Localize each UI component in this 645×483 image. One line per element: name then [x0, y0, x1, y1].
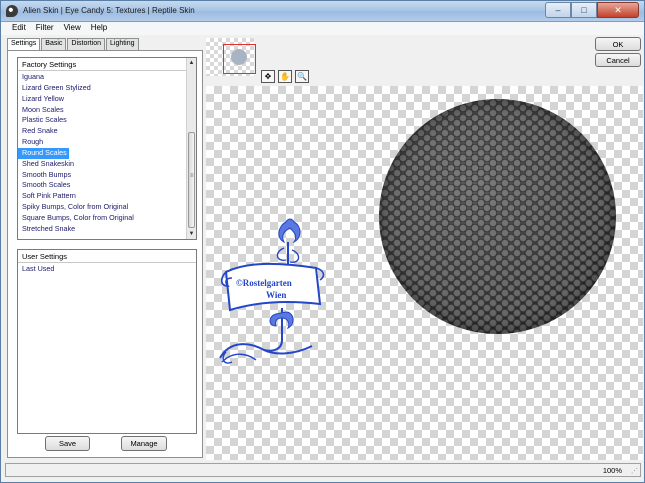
list-item[interactable]: Last Used: [18, 264, 188, 275]
status-bar: 100% ⋰: [5, 463, 641, 477]
reptile-skin-preview-disc: [379, 99, 616, 334]
close-button[interactable]: ✕: [597, 2, 639, 18]
list-item[interactable]: Stretched Snake: [18, 224, 188, 235]
tab-distortion[interactable]: Distortion: [67, 38, 105, 50]
alien-skin-app-icon: [6, 5, 18, 17]
factory-settings-items: Iguana Lizard Green Stylized Lizard Yell…: [18, 72, 188, 235]
factory-settings-header: Factory Settings: [18, 58, 196, 71]
scroll-up-icon[interactable]: ▲: [187, 58, 196, 68]
list-item[interactable]: Plastic Scales: [18, 115, 188, 126]
manage-button[interactable]: Manage: [121, 436, 167, 451]
zoom-icon[interactable]: 🔍: [295, 70, 309, 83]
list-item[interactable]: Smooth Scales: [18, 180, 188, 191]
menu-help[interactable]: Help: [86, 22, 112, 35]
maximize-button[interactable]: □: [571, 2, 597, 18]
navigator-viewport-frame[interactable]: [223, 44, 256, 74]
resize-grip-icon[interactable]: ⋰: [631, 467, 638, 475]
ok-button[interactable]: OK: [595, 37, 641, 51]
save-button[interactable]: Save: [45, 436, 90, 451]
menu-bar: Edit Filter View Help: [1, 22, 644, 35]
grip-icon: ≡: [190, 173, 194, 179]
user-settings-list[interactable]: User Settings Last Used: [17, 249, 197, 434]
settings-panel: Factory Settings Iguana Lizard Green Sty…: [7, 50, 203, 458]
logo-line1-text: ©Rostelgarten: [236, 278, 292, 288]
user-settings-header: User Settings: [18, 250, 196, 263]
list-item[interactable]: Spiky Bumps, Color from Original: [18, 202, 188, 213]
menu-edit[interactable]: Edit: [7, 22, 31, 35]
list-item[interactable]: Lizard Green Stylized: [18, 83, 188, 94]
cancel-button[interactable]: Cancel: [595, 53, 641, 67]
preview-canvas[interactable]: ©Rostelgarten Wien: [206, 86, 643, 460]
factory-list-scrollbar[interactable]: ▲ ≡ ▼: [186, 58, 196, 239]
tab-lighting[interactable]: Lighting: [106, 38, 139, 50]
list-item[interactable]: Smooth Bumps: [18, 170, 188, 181]
list-item[interactable]: Iguana: [18, 72, 188, 83]
user-settings-items: Last Used: [18, 264, 188, 275]
minimize-button[interactable]: –: [545, 2, 571, 18]
list-item[interactable]: Square Bumps, Color from Original: [18, 213, 188, 224]
scrollbar-thumb[interactable]: ≡: [188, 132, 195, 228]
menu-filter[interactable]: Filter: [31, 22, 59, 35]
window-controls: – □ ✕: [545, 2, 639, 18]
menu-view[interactable]: View: [59, 22, 86, 35]
list-item[interactable]: Red Snake: [18, 126, 188, 137]
title-bar: Alien Skin | Eye Candy 5: Textures | Rep…: [1, 1, 644, 22]
thumbnail-preview-icon: [231, 49, 247, 65]
rostelgarten-logo: ©Rostelgarten Wien: [219, 218, 325, 364]
list-item[interactable]: Soft Pink Pattern: [18, 191, 188, 202]
factory-settings-list[interactable]: Factory Settings Iguana Lizard Green Sty…: [17, 57, 197, 240]
list-item[interactable]: Rough: [18, 137, 188, 148]
list-item-selected[interactable]: Round Scales: [18, 147, 69, 159]
window-title: Alien Skin | Eye Candy 5: Textures | Rep…: [23, 6, 195, 15]
zoom-level: 100%: [602, 466, 622, 475]
eye-candy-window: Alien Skin | Eye Candy 5: Textures | Rep…: [0, 0, 645, 483]
logo-line2-text: Wien: [266, 290, 286, 300]
scroll-down-icon[interactable]: ▼: [187, 229, 196, 239]
list-item[interactable]: Shed Snakeskin: [18, 159, 188, 170]
hand-grab-icon[interactable]: ✥: [261, 70, 275, 83]
hand-pan-icon[interactable]: ✋: [278, 70, 292, 83]
list-item[interactable]: Moon Scales: [18, 105, 188, 116]
tab-basic[interactable]: Basic: [41, 38, 67, 50]
list-item[interactable]: Lizard Yellow: [18, 94, 188, 105]
